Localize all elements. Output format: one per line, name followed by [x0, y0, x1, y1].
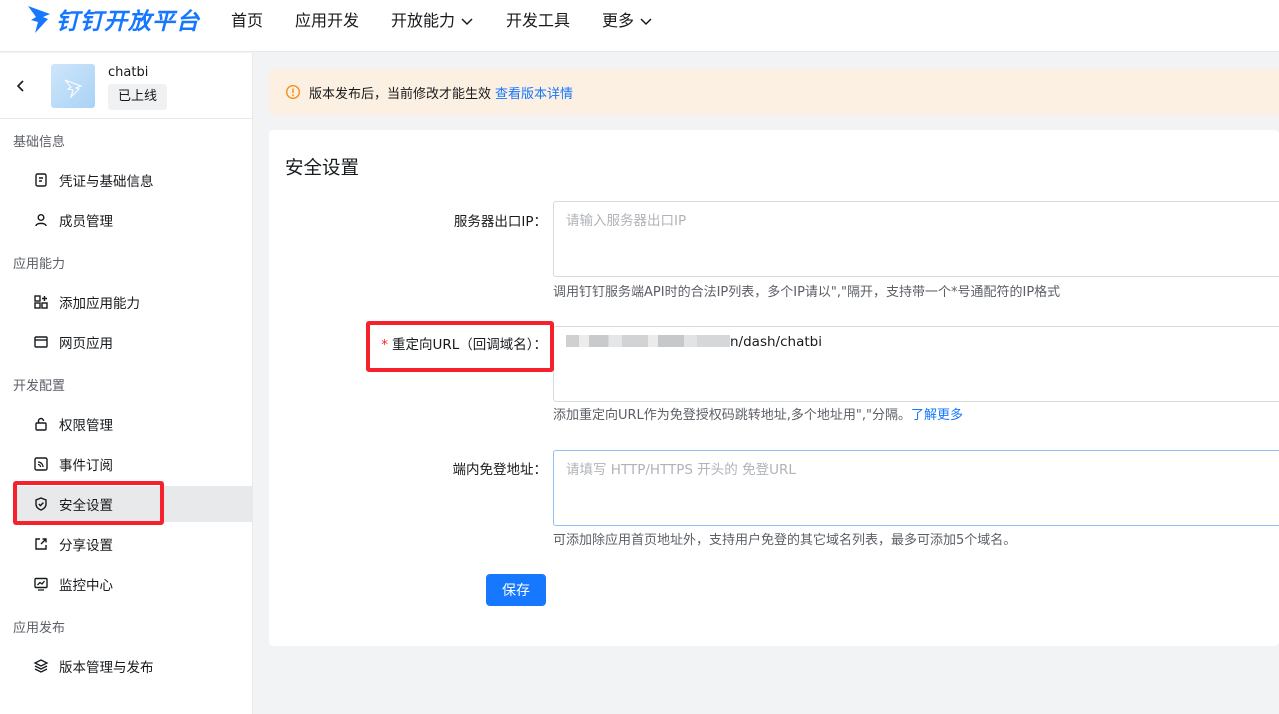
- sidebar-item-web-app[interactable]: 网页应用: [13, 324, 252, 360]
- chevron-down-icon: [640, 18, 652, 26]
- apps-add-icon: [34, 295, 48, 309]
- sso-address-input[interactable]: 请填写 HTTP/HTTPS 开头的 免登URL: [553, 450, 1279, 526]
- sidebar-item-events[interactable]: 事件订阅: [13, 446, 252, 482]
- redirect-url-label: * 重定向URL（回调域名）：: [381, 333, 547, 353]
- sidebar-item-label: 安全设置: [59, 498, 113, 514]
- sidebar-item-members[interactable]: 成员管理: [13, 202, 252, 238]
- top-navigation: 钉钉开放平台 首页 应用开发 开放能力 开发工具 更多: [0, 0, 1279, 52]
- brand[interactable]: 钉钉开放平台: [26, 2, 200, 36]
- chevron-down-icon: [461, 18, 473, 26]
- nav-more[interactable]: 更多: [602, 10, 653, 32]
- shield-icon: [35, 497, 47, 511]
- app-status-badge: 已上线: [108, 84, 168, 110]
- sidebar-item-add-capability[interactable]: 添加应用能力: [13, 284, 252, 320]
- save-button[interactable]: 保存: [486, 574, 546, 606]
- group-title-app-release: 应用发布: [13, 621, 66, 636]
- redirect-url-input[interactable]: n/dash/chatbi: [553, 326, 1279, 402]
- nav-home[interactable]: 首页: [231, 10, 263, 32]
- learn-more-link[interactable]: 了解更多: [911, 408, 963, 423]
- server-ip-label: 服务器出口IP：: [453, 214, 547, 230]
- sidebar-item-security[interactable]: 安全设置: [13, 486, 252, 522]
- sidebar-item-label: 成员管理: [59, 214, 113, 230]
- redirect-url-help: 添加重定向URL作为免登授权码跳转地址,多个地址用","分隔。了解更多: [553, 404, 963, 423]
- server-ip-placeholder: 请输入服务器出口IP: [566, 213, 687, 229]
- nav-open-capabilities-label: 开放能力: [391, 11, 456, 30]
- sidebar-item-versions[interactable]: 版本管理与发布: [13, 648, 252, 684]
- nav-more-label: 更多: [602, 11, 635, 30]
- required-mark: *: [381, 337, 388, 353]
- sidebar-item-label: 网页应用: [59, 336, 113, 352]
- security-settings-card: 安全设置 服务器出口IP： 请输入服务器出口IP 调用钉钉服务端API时的合法I…: [269, 130, 1279, 646]
- warning-info-icon: [285, 84, 301, 100]
- sidebar-item-label: 事件订阅: [59, 458, 113, 474]
- banner-text: 版本发布后，当前修改才能生效: [309, 86, 492, 102]
- sso-address-label: 端内免登地址：: [452, 462, 548, 478]
- lock-icon: [35, 417, 47, 431]
- sidebar-item-share[interactable]: 分享设置: [13, 526, 252, 562]
- sidebar-item-monitor[interactable]: 监控中心: [13, 566, 252, 602]
- credential-icon: [35, 173, 47, 187]
- nav-open-capabilities[interactable]: 开放能力: [391, 10, 474, 32]
- layers-icon: [33, 659, 49, 673]
- page-title: 安全设置: [285, 158, 360, 179]
- sidebar-item-label: 分享设置: [59, 538, 113, 554]
- share-icon: [35, 538, 47, 550]
- sso-address-help: 可添加除应用首页地址外，支持用户免登的其它域名列表，最多可添加5个域名。: [553, 533, 1017, 548]
- sidebar-item-credentials[interactable]: 凭证与基础信息: [13, 162, 252, 198]
- redacted-url-prefix: [566, 335, 730, 347]
- back-arrow-icon[interactable]: [13, 78, 29, 94]
- redirect-url-label-text: 重定向URL（回调域名）：: [391, 337, 547, 353]
- server-ip-help: 调用钉钉服务端API时的合法IP列表，多个IP请以","隔开，支持带一个*号通配…: [553, 285, 1061, 300]
- sidebar-item-label: 凭证与基础信息: [59, 174, 154, 190]
- dingtalk-logo-icon: [28, 6, 50, 33]
- sidebar-item-label: 添加应用能力: [59, 296, 140, 312]
- notice-banner: 版本发布后，当前修改才能生效 查看版本详情: [269, 69, 1279, 115]
- redirect-url-value: n/dash/chatbi: [730, 334, 822, 350]
- group-title-basic-info: 基础信息: [13, 135, 66, 150]
- server-ip-input[interactable]: 请输入服务器出口IP: [553, 201, 1279, 277]
- brand-name: 钉钉开放平台: [56, 9, 200, 35]
- app-icon: [51, 64, 95, 108]
- nav-dev-tools[interactable]: 开发工具: [506, 10, 570, 32]
- sidebar-item-label: 权限管理: [59, 418, 113, 434]
- sidebar-item-label: 监控中心: [59, 578, 113, 594]
- banner-link[interactable]: 查看版本详情: [495, 83, 573, 102]
- redirect-url-help-text: 添加重定向URL作为免登授权码跳转地址,多个地址用","分隔。: [553, 408, 912, 423]
- sidebar-item-permissions[interactable]: 权限管理: [13, 406, 252, 442]
- group-title-app-capabilities: 应用能力: [13, 257, 66, 272]
- monitor-icon: [34, 577, 48, 591]
- rss-icon: [34, 457, 48, 471]
- sidebar: chatbi 已上线 基础信息 凭证与基础信息 成员管理 应用能力 添加应用能力…: [0, 53, 253, 714]
- nav-dev-tools-label: 开发工具: [506, 11, 571, 30]
- sso-address-placeholder: 请填写 HTTP/HTTPS 开头的 免登URL: [566, 462, 796, 478]
- app-name: chatbi: [108, 65, 149, 80]
- app-logo-icon: [64, 79, 83, 99]
- user-icon: [35, 214, 47, 227]
- sidebar-item-label: 版本管理与发布: [59, 660, 154, 676]
- nav-app-dev[interactable]: 应用开发: [295, 10, 359, 32]
- nav-app-dev-label: 应用开发: [295, 11, 360, 30]
- browser-icon: [34, 336, 48, 348]
- app-header: chatbi 已上线: [0, 53, 252, 119]
- nav-home-label: 首页: [231, 11, 264, 30]
- group-title-dev-config: 开发配置: [13, 379, 66, 394]
